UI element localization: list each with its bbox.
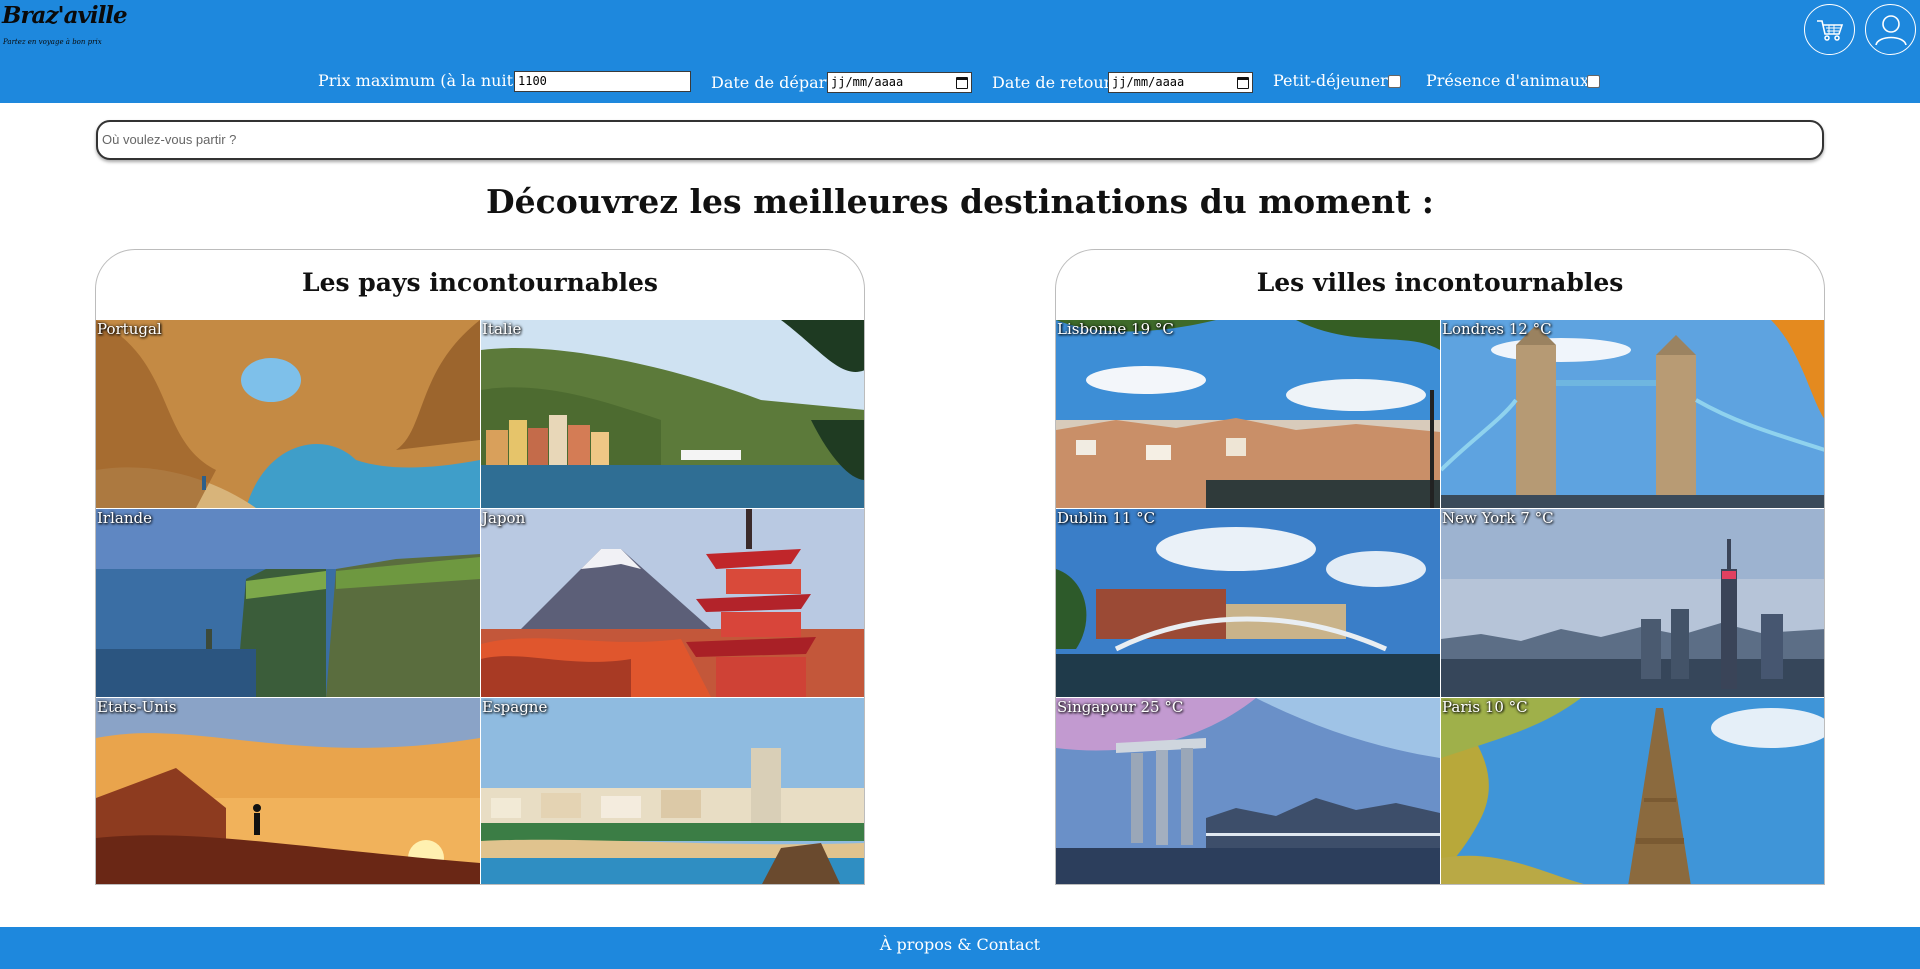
- account-button[interactable]: [1865, 4, 1916, 55]
- destination-search-input[interactable]: Où voulez-vous partir ?: [96, 120, 1824, 160]
- destination-label: Japon: [482, 509, 526, 527]
- departure-date-placeholder: jj/mm/aaaa: [831, 75, 904, 89]
- breakfast-label: Petit-déjeuner: [1273, 71, 1388, 90]
- calendar-icon[interactable]: [1237, 76, 1249, 89]
- londres-photo: [1441, 320, 1824, 508]
- destination-tile-lisbonne[interactable]: Lisbonne 19 °C: [1056, 320, 1440, 508]
- footer: À propos & Contact: [0, 927, 1920, 969]
- cities-card: Les villes incontournables Lisbonne 19 °…: [1055, 249, 1825, 885]
- destination-tile-espagne[interactable]: Espagne: [481, 698, 864, 884]
- destination-tile-new-york[interactable]: New York 7 °C: [1441, 509, 1824, 697]
- return-date-input[interactable]: jj/mm/aaaa: [1108, 72, 1253, 93]
- destination-label: Londres 12 °C: [1442, 320, 1552, 338]
- animals-label: Présence d'animaux: [1426, 71, 1590, 90]
- top-header: Braz'aville Partez en voyage à bon prix …: [0, 0, 1920, 103]
- destination-label: Portugal: [97, 320, 162, 338]
- etats-unis-photo: [96, 698, 480, 884]
- destination-label: Dublin 11 °C: [1057, 509, 1156, 527]
- destination-tile-japon[interactable]: Japon: [481, 509, 864, 697]
- lisbonne-photo: [1056, 320, 1440, 508]
- brand-logo[interactable]: Braz'aville Partez en voyage à bon prix: [0, 0, 128, 56]
- price-label: Prix maximum (à la nuit): [318, 71, 520, 90]
- calendar-icon[interactable]: [956, 76, 968, 89]
- countries-card: Les pays incontournables Portugal Italie…: [95, 249, 865, 885]
- dublin-photo: [1056, 509, 1440, 697]
- italie-photo: [481, 320, 864, 508]
- espagne-photo: [481, 698, 864, 884]
- paris-photo: [1441, 698, 1824, 884]
- destination-tile-etats-unis[interactable]: Etats-Unis: [96, 698, 480, 884]
- portugal-photo: [96, 320, 480, 508]
- departure-date-input[interactable]: jj/mm/aaaa: [827, 72, 972, 93]
- singapour-photo: [1056, 698, 1440, 884]
- cart-button[interactable]: [1804, 4, 1855, 55]
- brand-tagline: Partez en voyage à bon prix: [3, 38, 102, 46]
- destination-label: New York 7 °C: [1442, 509, 1554, 527]
- japon-photo: [481, 509, 864, 697]
- cities-title: Les villes incontournables: [1256, 268, 1624, 297]
- destination-tile-italie[interactable]: Italie: [481, 320, 864, 508]
- page-title: Découvrez les meilleures destinations du…: [485, 182, 1434, 221]
- destination-label: Italie: [482, 320, 522, 338]
- about-contact-link[interactable]: À propos & Contact: [880, 935, 1040, 954]
- cart-icon: [1816, 19, 1843, 41]
- return-label: Date de retour: [992, 73, 1112, 92]
- departure-label: Date de départ: [711, 73, 833, 92]
- breakfast-checkbox[interactable]: [1388, 75, 1401, 88]
- destination-tile-paris[interactable]: Paris 10 °C: [1441, 698, 1824, 884]
- return-date-placeholder: jj/mm/aaaa: [1112, 75, 1185, 89]
- destination-label: Singapour 25 °C: [1057, 698, 1184, 716]
- destination-tile-dublin[interactable]: Dublin 11 °C: [1056, 509, 1440, 697]
- destination-label: Paris 10 °C: [1442, 698, 1528, 716]
- destination-tile-londres[interactable]: Londres 12 °C: [1441, 320, 1824, 508]
- destination-tile-singapour[interactable]: Singapour 25 °C: [1056, 698, 1440, 884]
- destination-label: Etats-Unis: [97, 698, 177, 716]
- destination-label: Irlande: [97, 509, 152, 527]
- destination-label: Lisbonne 19 °C: [1057, 320, 1174, 338]
- destination-label: Espagne: [482, 698, 548, 716]
- destination-tile-irlande[interactable]: Irlande: [96, 509, 480, 697]
- user-icon: [1874, 14, 1907, 45]
- brand-name: Braz'aville: [2, 2, 128, 29]
- countries-title: Les pays incontournables: [302, 268, 658, 297]
- price-input[interactable]: 1100: [514, 71, 691, 92]
- irlande-photo: [96, 509, 480, 697]
- cities-grid: Lisbonne 19 °C Londres 12 °C Dublin 11 °…: [1056, 320, 1824, 884]
- new-york-photo: [1441, 509, 1824, 697]
- destination-tile-portugal[interactable]: Portugal: [96, 320, 480, 508]
- filter-bar: Prix maximum (à la nuit) 1100 Date de dé…: [0, 68, 1920, 94]
- countries-grid: Portugal Italie Irlande Japon Etats-Unis…: [96, 320, 864, 884]
- animals-checkbox[interactable]: [1587, 75, 1600, 88]
